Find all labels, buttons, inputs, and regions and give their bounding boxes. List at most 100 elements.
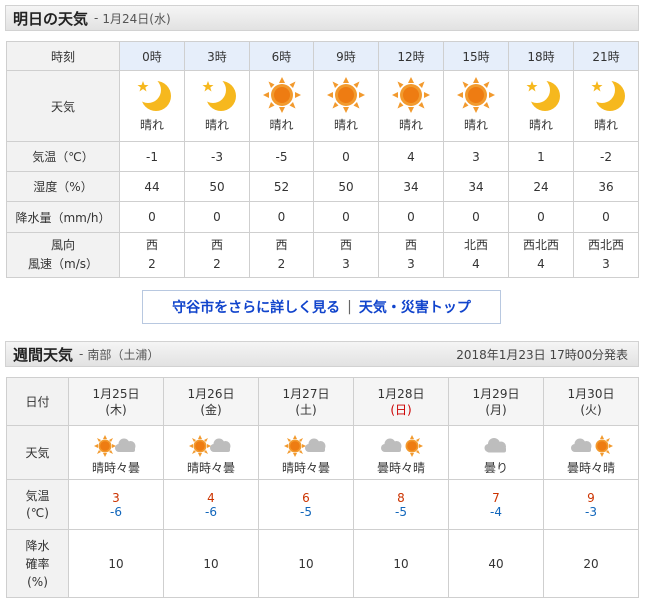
weather-cell: 晴れ (184, 70, 250, 142)
tomorrow-header: 明日の天気 - 1月24日(水) (5, 5, 639, 31)
low-temp: -3 (585, 504, 597, 519)
weather-text: 晴れ (139, 118, 164, 132)
label-temp: 気温 (℃) (6, 479, 69, 530)
temp-cell: -3 (184, 141, 250, 172)
row-humidity: 湿度（%） 44 50 52 50 34 34 24 36 (6, 171, 639, 202)
weather-cell: 晴れ (573, 70, 639, 142)
humidity-cell: 36 (573, 171, 639, 202)
weather-cell: 晴れ (443, 70, 509, 142)
weather-text: 晴れ (269, 118, 294, 132)
tomorrow-title: 明日の天気 (13, 9, 89, 28)
sun-icon (392, 77, 430, 113)
detail-links: 守谷市をさらに詳しく見る | 天気・災害トップ (142, 290, 501, 324)
humidity-cell: 50 (184, 171, 250, 202)
weekly-weather-text: 曇時々晴 (376, 461, 425, 475)
date: 1月28日 (377, 386, 425, 401)
wind-dir: 西 (339, 238, 352, 252)
humidity-cell: 52 (249, 171, 314, 202)
wind-dir: 西 (145, 238, 158, 252)
high-temp: 4 (207, 490, 215, 505)
weather-text: 晴れ (528, 118, 553, 132)
temp-cell: 1 (508, 141, 574, 172)
weekly-weather-text: 曇時々晴 (566, 461, 615, 475)
weekly-weather-text: 晴時々曇 (91, 461, 140, 475)
cloud-icon (484, 438, 506, 453)
day-of-week: (土) (295, 402, 317, 417)
date: 1月29日 (472, 386, 520, 401)
header-separator: - (79, 347, 84, 361)
header-separator: - (94, 11, 99, 25)
weekly-weather-text: 晴時々曇 (281, 461, 330, 475)
date-cell: 1月30日 (火) (543, 377, 639, 426)
wind-speed: 3 (342, 257, 350, 271)
temp-cell: 3 -6 (68, 479, 164, 530)
humidity-cell: 24 (508, 171, 574, 202)
weekly-weather-cell: 曇時々晴 (353, 425, 449, 480)
high-temp: 6 (302, 490, 310, 505)
detail-link[interactable]: 守谷市をさらに詳しく見る (172, 297, 340, 317)
weekly-weather-text: 曇り (483, 461, 508, 475)
precip-cell: 0 (119, 201, 185, 233)
moon-icon (202, 81, 236, 111)
date: 1月26日 (187, 386, 235, 401)
sun-icon (457, 77, 495, 113)
humidity-cell: 34 (443, 171, 509, 202)
precip-cell: 0 (249, 201, 314, 233)
weather-cell: 晴れ (508, 70, 574, 142)
label-date: 日付 (6, 377, 69, 426)
sun-cloud-icon (189, 435, 231, 457)
disaster-top-link[interactable]: 天気・災害トップ (359, 297, 471, 317)
temp-cell: 4 (378, 141, 444, 172)
weather-text: 晴れ (333, 118, 358, 132)
wind-dir: 西北西 (587, 238, 624, 252)
moon-icon (591, 81, 625, 111)
hour-9: 9時 (313, 41, 379, 71)
wind-speed: 4 (472, 257, 480, 271)
published-time: 2018年1月23日 17時00分発表 (456, 347, 628, 362)
weather-text: 晴れ (398, 118, 423, 132)
temp-cell: -2 (573, 141, 639, 172)
label-wind: 風向 風速（m/s） (6, 232, 120, 278)
moon-icon (137, 81, 171, 111)
hour-6: 6時 (249, 41, 314, 71)
label-precip-line2: 確率 (25, 556, 50, 571)
hour-18: 18時 (508, 41, 574, 71)
day-of-week: (日) (390, 402, 412, 417)
cloud-sun-icon (571, 435, 613, 457)
temp-cell: 0 (313, 141, 379, 172)
date-cell: 1月27日 (土) (258, 377, 354, 426)
label-weather: 天気 (6, 425, 69, 480)
weekly-header: 週間天気 - 南部（土浦） 2018年1月23日 17時00分発表 (5, 341, 639, 367)
label-precip: 降水量（mm/h） (6, 201, 120, 233)
cloud-sun-icon (381, 435, 423, 457)
wind-cell: 西2 (184, 232, 250, 278)
wind-dir: 西 (210, 238, 223, 252)
weather-cell: 晴れ (378, 70, 444, 142)
row-weekly-weather: 天気 晴時々曇 晴時々曇 晴時々曇 曇時々晴 曇り 曇時々晴 (6, 425, 639, 480)
link-separator: | (347, 299, 352, 315)
day-of-week: (火) (580, 402, 602, 417)
wind-speed: 3 (602, 257, 610, 271)
wind-speed: 2 (148, 257, 156, 271)
weekly-region: 南部（土浦） (87, 347, 160, 362)
temp-cell: 3 (443, 141, 509, 172)
row-weekly-temp: 気温 (℃) 3 -6 4 -6 6 -5 8 -5 7 -4 9 -3 (6, 479, 639, 530)
weekly-table: 日付 1月25日 (木) 1月26日 (金) 1月27日 (土) 1月28日 (日) 1… (6, 377, 639, 598)
label-precip: 降水 確率 (%) (6, 529, 69, 598)
low-temp: -6 (205, 504, 217, 519)
pop-cell: 40 (448, 529, 544, 598)
label-precip-line3: (%) (27, 574, 48, 589)
sun-cloud-icon (94, 435, 136, 457)
tomorrow-table: 時刻 0時 3時 6時 9時 12時 15時 18時 21時 天気 晴れ 晴れ … (6, 41, 639, 278)
precip-cell: 0 (184, 201, 250, 233)
weekly-weather-cell: 晴時々曇 (163, 425, 259, 480)
label-wind-dir: 風向 (50, 238, 75, 252)
row-date: 日付 1月25日 (木) 1月26日 (金) 1月27日 (土) 1月28日 (日) 1… (6, 377, 639, 426)
row-precip: 降水量（mm/h） 0 0 0 0 0 0 0 0 (6, 201, 639, 233)
day-of-week: (月) (485, 402, 507, 417)
sun-cloud-icon (284, 435, 326, 457)
temp-cell: -1 (119, 141, 185, 172)
pop-cell: 10 (68, 529, 164, 598)
tomorrow-date: 1月24日(水) (102, 11, 171, 26)
weather-cell: 晴れ (119, 70, 185, 142)
